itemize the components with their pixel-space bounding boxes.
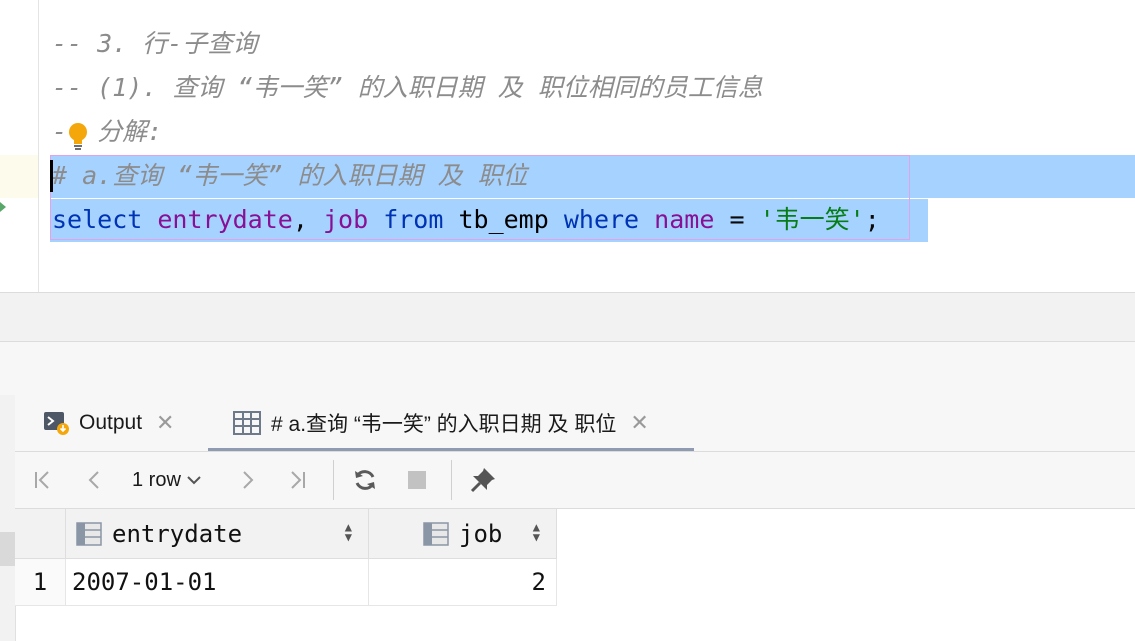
editor-bottom-area <box>0 292 1135 342</box>
editor-gutter <box>0 0 39 292</box>
sql-string-literal: '韦一笑' <box>759 205 865 234</box>
pin-tab-icon[interactable] <box>467 464 499 496</box>
row-number[interactable]: 1 <box>15 559 66 606</box>
left-tool-strip <box>0 395 15 641</box>
column-icon <box>423 521 449 546</box>
tab-query-result-label: # a.查询 “韦一笑” 的入职日期 及 职位 <box>271 413 617 436</box>
run-statement-marker-icon[interactable] <box>0 202 6 212</box>
sort-arrows-icon[interactable]: ▲ ▼ <box>345 521 352 543</box>
code-comment-line-2: -- (1). 查询 “韦一笑” 的入职日期 及 职位相同的员工信息 <box>52 73 763 102</box>
tab-query-result[interactable]: # a.查询 “韦一笑” 的入职日期 及 职位 ✕ <box>233 395 649 451</box>
left-tool-strip-marker <box>0 532 15 566</box>
tab-output-label: Output <box>79 411 143 434</box>
code-comment-line-4: # a.查询 “韦一笑” 的入职日期 及 职位 <box>52 161 528 190</box>
result-toolbar: 1 row <box>15 452 1135 509</box>
first-page-icon[interactable] <box>27 464 59 496</box>
sql-table-name: tb_emp <box>458 205 549 234</box>
sql-comma: , <box>292 205 308 234</box>
sql-statement-line[interactable]: select entrydate, job from tb_emp where … <box>52 199 880 241</box>
sql-editor[interactable]: -- 3. 行-子查询 -- (1). 查询 “韦一笑” 的入职日期 及 职位相… <box>0 0 1135 292</box>
comment-dash: - <box>52 117 68 146</box>
stop-icon[interactable] <box>401 464 433 496</box>
row-count-label: 1 row <box>132 469 181 491</box>
current-line-gutter-highlight <box>0 155 38 198</box>
close-icon[interactable]: ✕ <box>156 410 174 436</box>
next-page-icon[interactable] <box>231 464 263 496</box>
table-cell-job[interactable]: 2 <box>369 559 557 606</box>
chevron-down-icon <box>187 475 201 485</box>
row-count-dropdown[interactable]: 1 row <box>132 464 201 496</box>
console-output-icon <box>43 410 69 436</box>
sql-keyword-from: from <box>383 205 444 234</box>
table-cell-entrydate[interactable]: 2007-01-01 <box>66 559 369 606</box>
previous-page-icon[interactable] <box>79 464 111 496</box>
intention-lightbulb-icon[interactable] <box>66 121 90 156</box>
sql-semicolon: ; <box>864 205 880 234</box>
table-grid-icon <box>233 411 261 435</box>
sql-column-entrydate: entrydate <box>157 205 293 234</box>
column-header-label: job <box>459 519 503 548</box>
result-tab-bar: Output ✕ # a.查询 “韦一笑” 的入职日期 及 职位 ✕ <box>15 395 1135 452</box>
close-icon[interactable]: ✕ <box>630 410 648 436</box>
column-header-job[interactable]: job ▲ ▼ <box>369 509 557 559</box>
active-tab-indicator <box>208 448 694 451</box>
sql-column-name: name <box>654 205 715 234</box>
sql-keyword-where: where <box>563 205 640 234</box>
code-comment-line-1: -- 3. 行-子查询 <box>52 29 258 58</box>
text-caret <box>50 160 53 192</box>
sql-keyword-select: select <box>52 205 143 234</box>
column-header-entrydate[interactable]: entrydate ▲ ▼ <box>66 509 369 559</box>
toolbar-separator <box>451 460 452 500</box>
tab-output[interactable]: Output ✕ <box>43 395 174 451</box>
comment-text: 分解: <box>97 117 163 146</box>
sql-column-job: job <box>322 205 369 234</box>
splitter-area[interactable] <box>0 341 1135 395</box>
row-number-header <box>15 509 66 559</box>
column-icon <box>76 521 102 546</box>
sql-operator: = <box>729 205 745 234</box>
last-page-icon[interactable] <box>281 464 313 496</box>
refresh-icon[interactable] <box>349 464 381 496</box>
column-header-label: entrydate <box>112 519 243 548</box>
toolbar-separator <box>333 460 334 500</box>
sort-arrows-icon[interactable]: ▲ ▼ <box>533 521 540 543</box>
